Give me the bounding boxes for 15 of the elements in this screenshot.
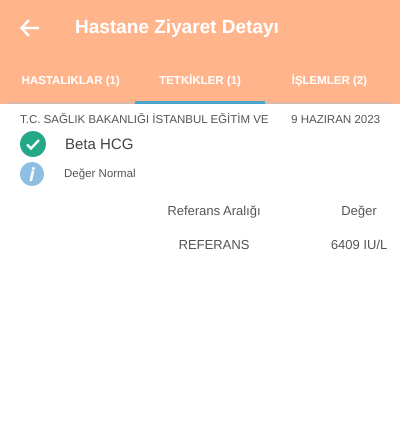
tab[interactable]: İŞLEMLER (2) <box>264 61 394 104</box>
test-name: Beta HCG <box>65 136 134 152</box>
back-button[interactable] <box>18 17 42 39</box>
visit-date: 9 HAZIRAN 2023 <box>291 114 380 126</box>
tab[interactable]: TETKİKLER (1) <box>135 61 265 104</box>
table-cell-text: 6409 IU/L <box>330 237 388 252</box>
column-header: Referans Aralığı <box>166 203 262 218</box>
back-arrow-icon <box>20 19 40 37</box>
test-status: Değer Normal <box>64 168 136 180</box>
screen-title: Hastane Ziyaret Detayı <box>75 17 279 39</box>
table-cell-text: REFERANS <box>178 237 250 252</box>
hospital-name: T.C. SAĞLIK BAKANLIĞI İSTANBUL EĞİTİM VE <box>20 114 269 126</box>
column-header: Değer <box>340 203 378 218</box>
info-icon <box>20 162 44 186</box>
tab[interactable]: HASTALIKLAR (1) <box>6 61 136 104</box>
